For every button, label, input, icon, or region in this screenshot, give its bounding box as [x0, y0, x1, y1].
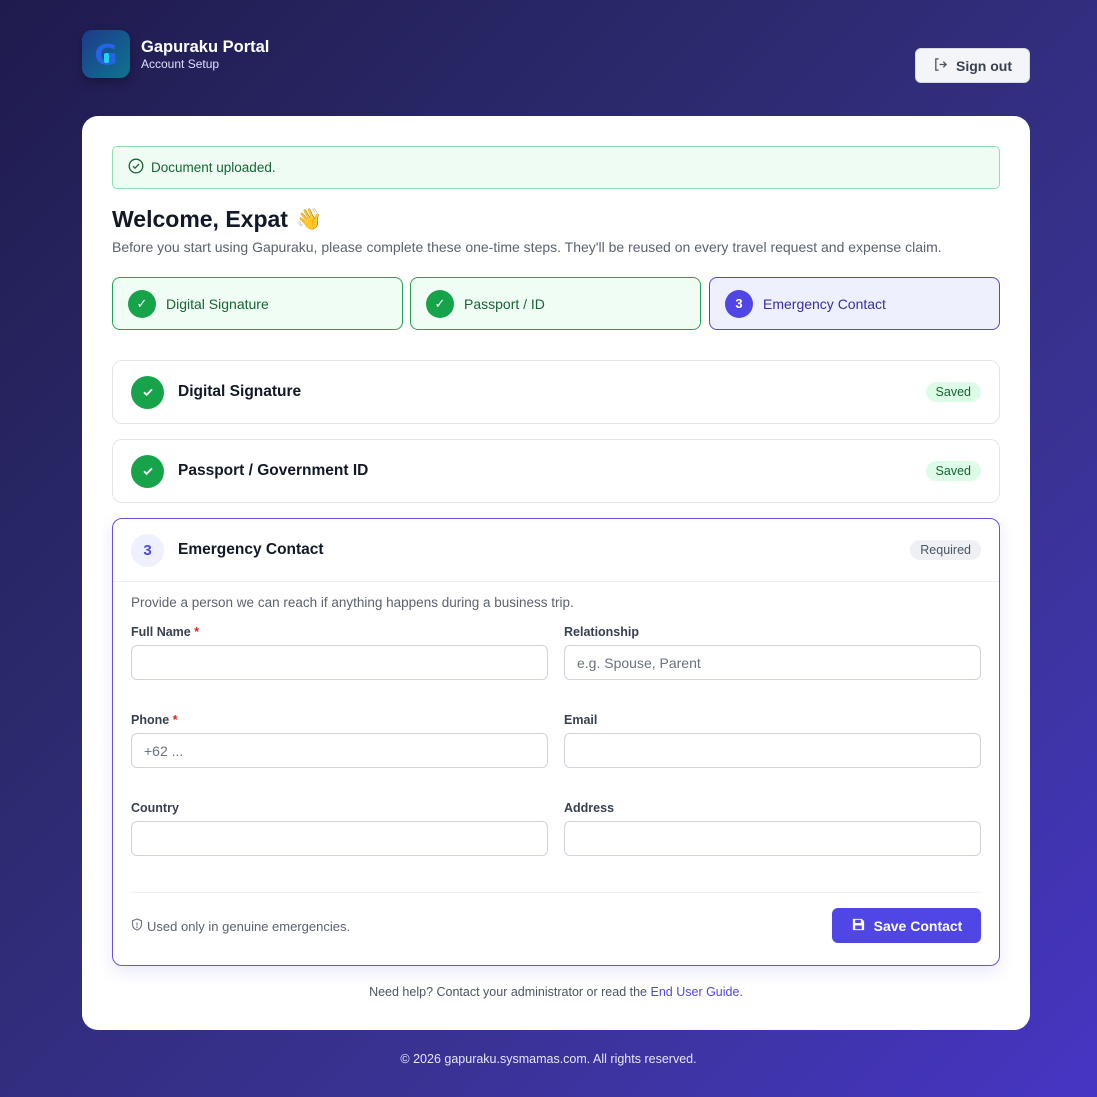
- address-input[interactable]: [564, 821, 981, 856]
- panel-description: Provide a person we can reach if anythin…: [131, 595, 574, 610]
- phone-input[interactable]: [131, 733, 548, 768]
- check-icon: [131, 454, 164, 488]
- alert-message: Document uploaded.: [151, 160, 276, 175]
- check-icon: [131, 375, 164, 409]
- panel-passport[interactable]: Passport / Government ID Saved: [112, 439, 1000, 503]
- step-emergency-contact[interactable]: 3 Emergency Contact: [709, 277, 1000, 330]
- panel-title: Digital Signature: [178, 383, 302, 400]
- panel-title: Passport / Government ID: [178, 462, 369, 479]
- panel-digital-signature[interactable]: Digital Signature Saved: [112, 360, 1000, 424]
- step-passport-id[interactable]: ✓ Passport / ID: [410, 277, 701, 330]
- help-text: Need help? Contact your administrator or…: [82, 985, 1030, 999]
- save-contact-button[interactable]: Save Contact: [832, 908, 981, 943]
- status-badge: Required: [910, 540, 981, 560]
- relationship-input[interactable]: [564, 645, 981, 680]
- status-badge: Saved: [925, 461, 981, 481]
- full-name-input[interactable]: [131, 645, 548, 680]
- country-label: Country: [131, 801, 179, 815]
- app-header: G Gapuraku Portal Account Setup Sign out: [82, 30, 1030, 84]
- sign-out-icon: [933, 57, 948, 75]
- label-text: Full Name: [131, 625, 191, 639]
- setup-card: Document uploaded. Welcome, Expat 👋 Befo…: [82, 116, 1030, 1030]
- required-marker: *: [194, 625, 200, 639]
- country-input[interactable]: [131, 821, 548, 856]
- welcome-title: Welcome, Expat: [112, 206, 288, 232]
- waving-hand-icon: 👋: [295, 207, 323, 231]
- copyright: © 2026 gapuraku.sysmamas.com. All rights…: [400, 1052, 697, 1066]
- required-marker: *: [172, 713, 178, 727]
- step-label: Digital Signature: [166, 295, 269, 312]
- help-suffix: .: [739, 985, 743, 999]
- page-title: Welcome, Expat 👋: [112, 206, 322, 233]
- panel-title: Emergency Contact: [178, 541, 324, 558]
- status-badge: Saved: [925, 382, 981, 402]
- help-message: Need help? Contact your administrator or…: [369, 985, 648, 999]
- save-icon: [851, 917, 866, 935]
- divider: [113, 581, 999, 582]
- gapuraku-logo-icon: G: [82, 30, 130, 78]
- phone-label: Phone *: [131, 713, 178, 727]
- panel-emergency-contact: 3 Emergency Contact Required Provide a p…: [112, 518, 1000, 966]
- label-text: Phone: [131, 713, 170, 727]
- success-alert: Document uploaded.: [112, 146, 1000, 189]
- step-number: 3: [131, 533, 164, 567]
- intro-text: Before you start using Gapuraku, please …: [112, 239, 942, 255]
- relationship-label: Relationship: [564, 625, 640, 639]
- privacy-note-text: Used only in genuine emergencies.: [147, 918, 351, 934]
- save-contact-label: Save Contact: [873, 917, 963, 934]
- full-name-label: Full Name *: [131, 625, 199, 639]
- address-label: Address: [564, 801, 615, 815]
- check-icon: ✓: [426, 289, 454, 318]
- email-label: Email: [564, 713, 598, 727]
- sign-out-button[interactable]: Sign out: [915, 48, 1030, 83]
- step-label: Passport / ID: [464, 295, 545, 312]
- end-user-guide-link[interactable]: End User Guide: [651, 985, 740, 999]
- check-circle-icon: [128, 158, 144, 177]
- email-input[interactable]: [564, 733, 981, 768]
- divider: [131, 892, 981, 893]
- shield-icon: [131, 918, 143, 934]
- sign-out-label: Sign out: [956, 57, 1012, 74]
- privacy-note: Used only in genuine emergencies.: [131, 918, 350, 934]
- check-icon: ✓: [128, 289, 156, 318]
- stepper: ✓ Digital Signature ✓ Passport / ID 3 Em…: [112, 277, 1000, 330]
- brand-subtitle: Account Setup: [141, 57, 220, 71]
- step-number: 3: [725, 289, 753, 318]
- step-digital-signature[interactable]: ✓ Digital Signature: [112, 277, 403, 330]
- panel-header[interactable]: 3 Emergency Contact Required: [113, 519, 999, 581]
- brand-title: Gapuraku Portal: [141, 38, 270, 56]
- step-label: Emergency Contact: [763, 295, 886, 312]
